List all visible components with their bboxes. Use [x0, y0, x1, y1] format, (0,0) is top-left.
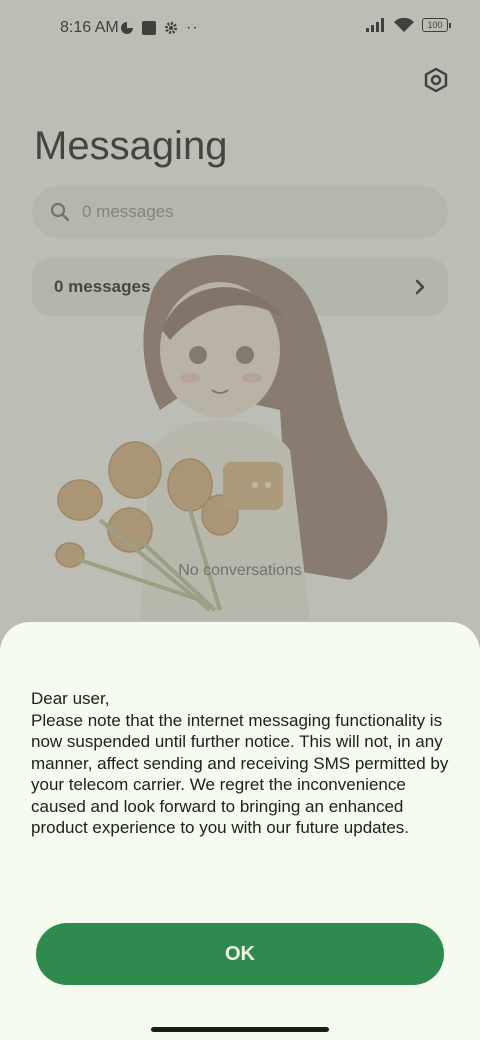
notice-message: Dear user, Please note that the internet… [31, 689, 449, 837]
home-indicator[interactable] [151, 1027, 329, 1032]
ok-button[interactable]: OK [36, 923, 444, 985]
